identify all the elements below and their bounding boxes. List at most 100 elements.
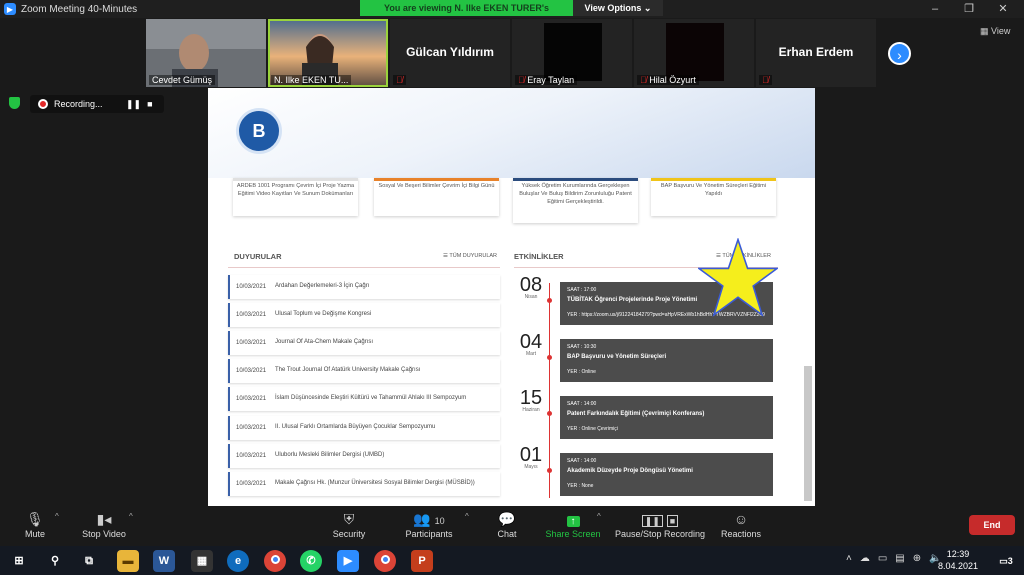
participant-name: Gülcan Yıldırım	[406, 45, 494, 59]
clock-time: 12:39	[946, 549, 970, 559]
powerpoint-icon[interactable]: P	[411, 550, 433, 572]
event-card[interactable]: SAAT : 10:30 BAP Başvuru ve Yönetim Süre…	[560, 339, 773, 382]
pause-stop-recording-button[interactable]: ❚❚ ■ Pause/Stop Recording	[614, 509, 706, 539]
cloud-icon[interactable]: ☁	[860, 553, 870, 564]
announcement-row[interactable]: 10/03/2021 Ardahan Değerlemeleri-3 İçin Ç…	[228, 275, 500, 299]
participant-video	[544, 23, 602, 81]
announcement-date: 10/03/2021	[236, 340, 267, 346]
news-card[interactable]: Yüksek Öğretim Kurumlarında Gerçekleşen …	[513, 178, 638, 223]
search-icon[interactable]: ⚲	[44, 550, 66, 572]
share-screen-label: Share Screen	[545, 529, 601, 539]
share-options-caret[interactable]: ^	[597, 512, 601, 521]
announcement-row[interactable]: 10/03/2021 Ulusal Toplum ve Değişme Kongr…	[228, 303, 500, 327]
chrome-icon[interactable]	[264, 550, 286, 572]
word-icon[interactable]: W	[153, 550, 175, 572]
zoom-taskbar-icon[interactable]: ▶	[337, 550, 359, 572]
announcement-row[interactable]: 10/03/2021 Makale Çağrısı Hk. (Munzur Üni…	[228, 472, 500, 496]
muted-indicator: 🎙̸	[759, 75, 772, 85]
news-card-text: Yüksek Öğretim Kurumlarında Gerçekleşen …	[519, 183, 632, 206]
video-options-caret[interactable]: ^	[129, 512, 133, 521]
view-label: View	[991, 26, 1011, 36]
event-month: Mart	[526, 351, 536, 357]
microphone-icon: 🎙	[26, 511, 44, 527]
audio-options-caret[interactable]: ^	[55, 512, 59, 521]
stop-video-button[interactable]: ▮◂ Stop Video	[80, 509, 128, 539]
mic-off-icon: 🎙̸	[640, 75, 647, 85]
participants-button[interactable]: 👥 10 Participants	[401, 509, 457, 539]
site-header	[208, 88, 815, 178]
page-scrollbar[interactable]	[804, 366, 812, 501]
participants-options-caret[interactable]: ^	[465, 512, 469, 521]
chrome-icon[interactable]	[374, 550, 396, 572]
announcement-date: 10/03/2021	[236, 425, 267, 431]
participant-tile[interactable]: 🎙̸ Hilal Özyurt	[634, 19, 754, 87]
event-card[interactable]: SAAT : 14:00 Patent Farkındalık Eğitimi …	[560, 396, 773, 439]
announcement-date: 10/03/2021	[236, 396, 267, 402]
encryption-shield-icon	[9, 97, 20, 109]
restore-button[interactable]: ❐	[952, 0, 986, 18]
participant-name: N. Ilke EKEN TU...	[271, 75, 352, 85]
viewing-text: You are viewing N. Ilke EKEN TURER's scr…	[360, 0, 573, 29]
all-announcements-link[interactable]: ☰ TÜM DUYURULAR	[443, 253, 497, 259]
system-tray: ˄ ☁ ▭ ▤ ⊕ 🔈	[846, 553, 942, 564]
announcement-title: Ulusal Toplum ve Değişme Kongresi	[275, 311, 372, 318]
notification-count: 3	[1007, 556, 1013, 566]
view-options-button[interactable]: View Options ⌄	[573, 0, 663, 16]
news-card[interactable]: ARDEB 1001 Programı Çevrim İçi Proje Yaz…	[233, 178, 358, 216]
announcement-row[interactable]: 10/03/2021 II. Ulusal Farklı Ortamlarda B…	[228, 416, 500, 440]
muted-indicator: 🎙̸	[393, 75, 406, 85]
announcement-row[interactable]: 10/03/2021 İslam Düşüncesinde Eleştiri Kü…	[228, 387, 500, 411]
windows-start-icon[interactable]: ⊞	[8, 550, 30, 572]
network-icon[interactable]: ▤	[895, 553, 904, 564]
event-time: SAAT : 14:00	[567, 458, 597, 464]
participant-video	[666, 23, 724, 81]
participant-tile[interactable]: Gülcan Yıldırım 🎙̸	[390, 19, 510, 87]
view-button[interactable]: ▦ View	[980, 26, 1010, 37]
stop-recording-button[interactable]: ■	[147, 99, 152, 109]
event-place: YER : None	[567, 483, 594, 489]
reactions-button[interactable]: ☺ Reactions	[720, 509, 762, 539]
participant-tile[interactable]: 🎙̸ Eray Taylan	[512, 19, 632, 87]
announcement-title: Makale Çağrısı Hk. (Munzur Üniversitesi …	[275, 480, 475, 487]
chevron-up-icon[interactable]: ˄	[846, 553, 852, 564]
security-button[interactable]: ⛨ Security	[330, 509, 368, 539]
mute-button[interactable]: 🎙 Mute	[18, 509, 52, 539]
taskbar-clock[interactable]: 12:39 8.04.2021	[938, 548, 978, 572]
window-title: Zoom Meeting 40-Minutes	[21, 3, 138, 15]
participants-count: 10	[434, 516, 445, 526]
participant-strip: Cevdet Gümüş N. Ilke EKEN TU... Gülcan Y…	[146, 19, 876, 87]
events-timeline	[549, 283, 550, 498]
participant-tile[interactable]: Cevdet Gümüş	[146, 19, 266, 87]
announcement-date: 10/03/2021	[236, 312, 267, 318]
battery-icon[interactable]: ▭	[878, 553, 887, 564]
calculator-icon[interactable]: ▦	[191, 550, 213, 572]
news-card[interactable]: Sosyal Ve Beşeri Bilimler Çevrim İçi Bil…	[374, 178, 499, 216]
event-month: Haziran	[522, 407, 540, 413]
next-participants-button[interactable]: ›	[888, 42, 911, 65]
task-view-icon[interactable]: ⧉	[78, 550, 100, 572]
globe-icon[interactable]: ⊕	[913, 553, 921, 564]
edge-icon[interactable]: e	[227, 550, 249, 572]
whatsapp-icon[interactable]: ✆	[300, 550, 322, 572]
zoom-logo-icon: ▶	[4, 3, 16, 15]
card-accent	[651, 178, 776, 181]
viewing-banner: You are viewing N. Ilke EKEN TURER's scr…	[360, 0, 663, 29]
file-explorer-icon[interactable]: ▬	[117, 550, 139, 572]
news-card[interactable]: BAP Başvuru Ve Yönetim Süreçleri Eğitimi…	[651, 178, 776, 216]
close-button[interactable]: ✕	[986, 0, 1020, 18]
end-meeting-button[interactable]: End	[969, 515, 1015, 535]
announcement-row[interactable]: 10/03/2021 Uluborlu Mesleki Bilimler Derg…	[228, 444, 500, 468]
pause-recording-button[interactable]: ❚❚	[126, 99, 141, 110]
timeline-dot	[547, 468, 552, 473]
participant-tile[interactable]: Erhan Erdem 🎙̸	[756, 19, 876, 87]
notifications-button[interactable]: ▭3	[995, 550, 1017, 572]
share-screen-button[interactable]: ↑ Share Screen	[545, 509, 601, 539]
minimize-button[interactable]: –	[918, 0, 952, 18]
reactions-label: Reactions	[720, 529, 762, 539]
participant-tile[interactable]: N. Ilke EKEN TU...	[268, 19, 388, 87]
pause-recording-label: Pause/Stop Recording	[614, 529, 706, 539]
announcement-row[interactable]: 10/03/2021 The Trout Journal Of Atatürk U…	[228, 359, 500, 383]
event-card[interactable]: SAAT : 14:00 Akademik Düzeyde Proje Döng…	[560, 453, 773, 496]
announcement-row[interactable]: 10/03/2021 Journal Of Ata-Chem Makale Çağ…	[228, 331, 500, 355]
chat-button[interactable]: 💬 Chat	[494, 509, 520, 539]
